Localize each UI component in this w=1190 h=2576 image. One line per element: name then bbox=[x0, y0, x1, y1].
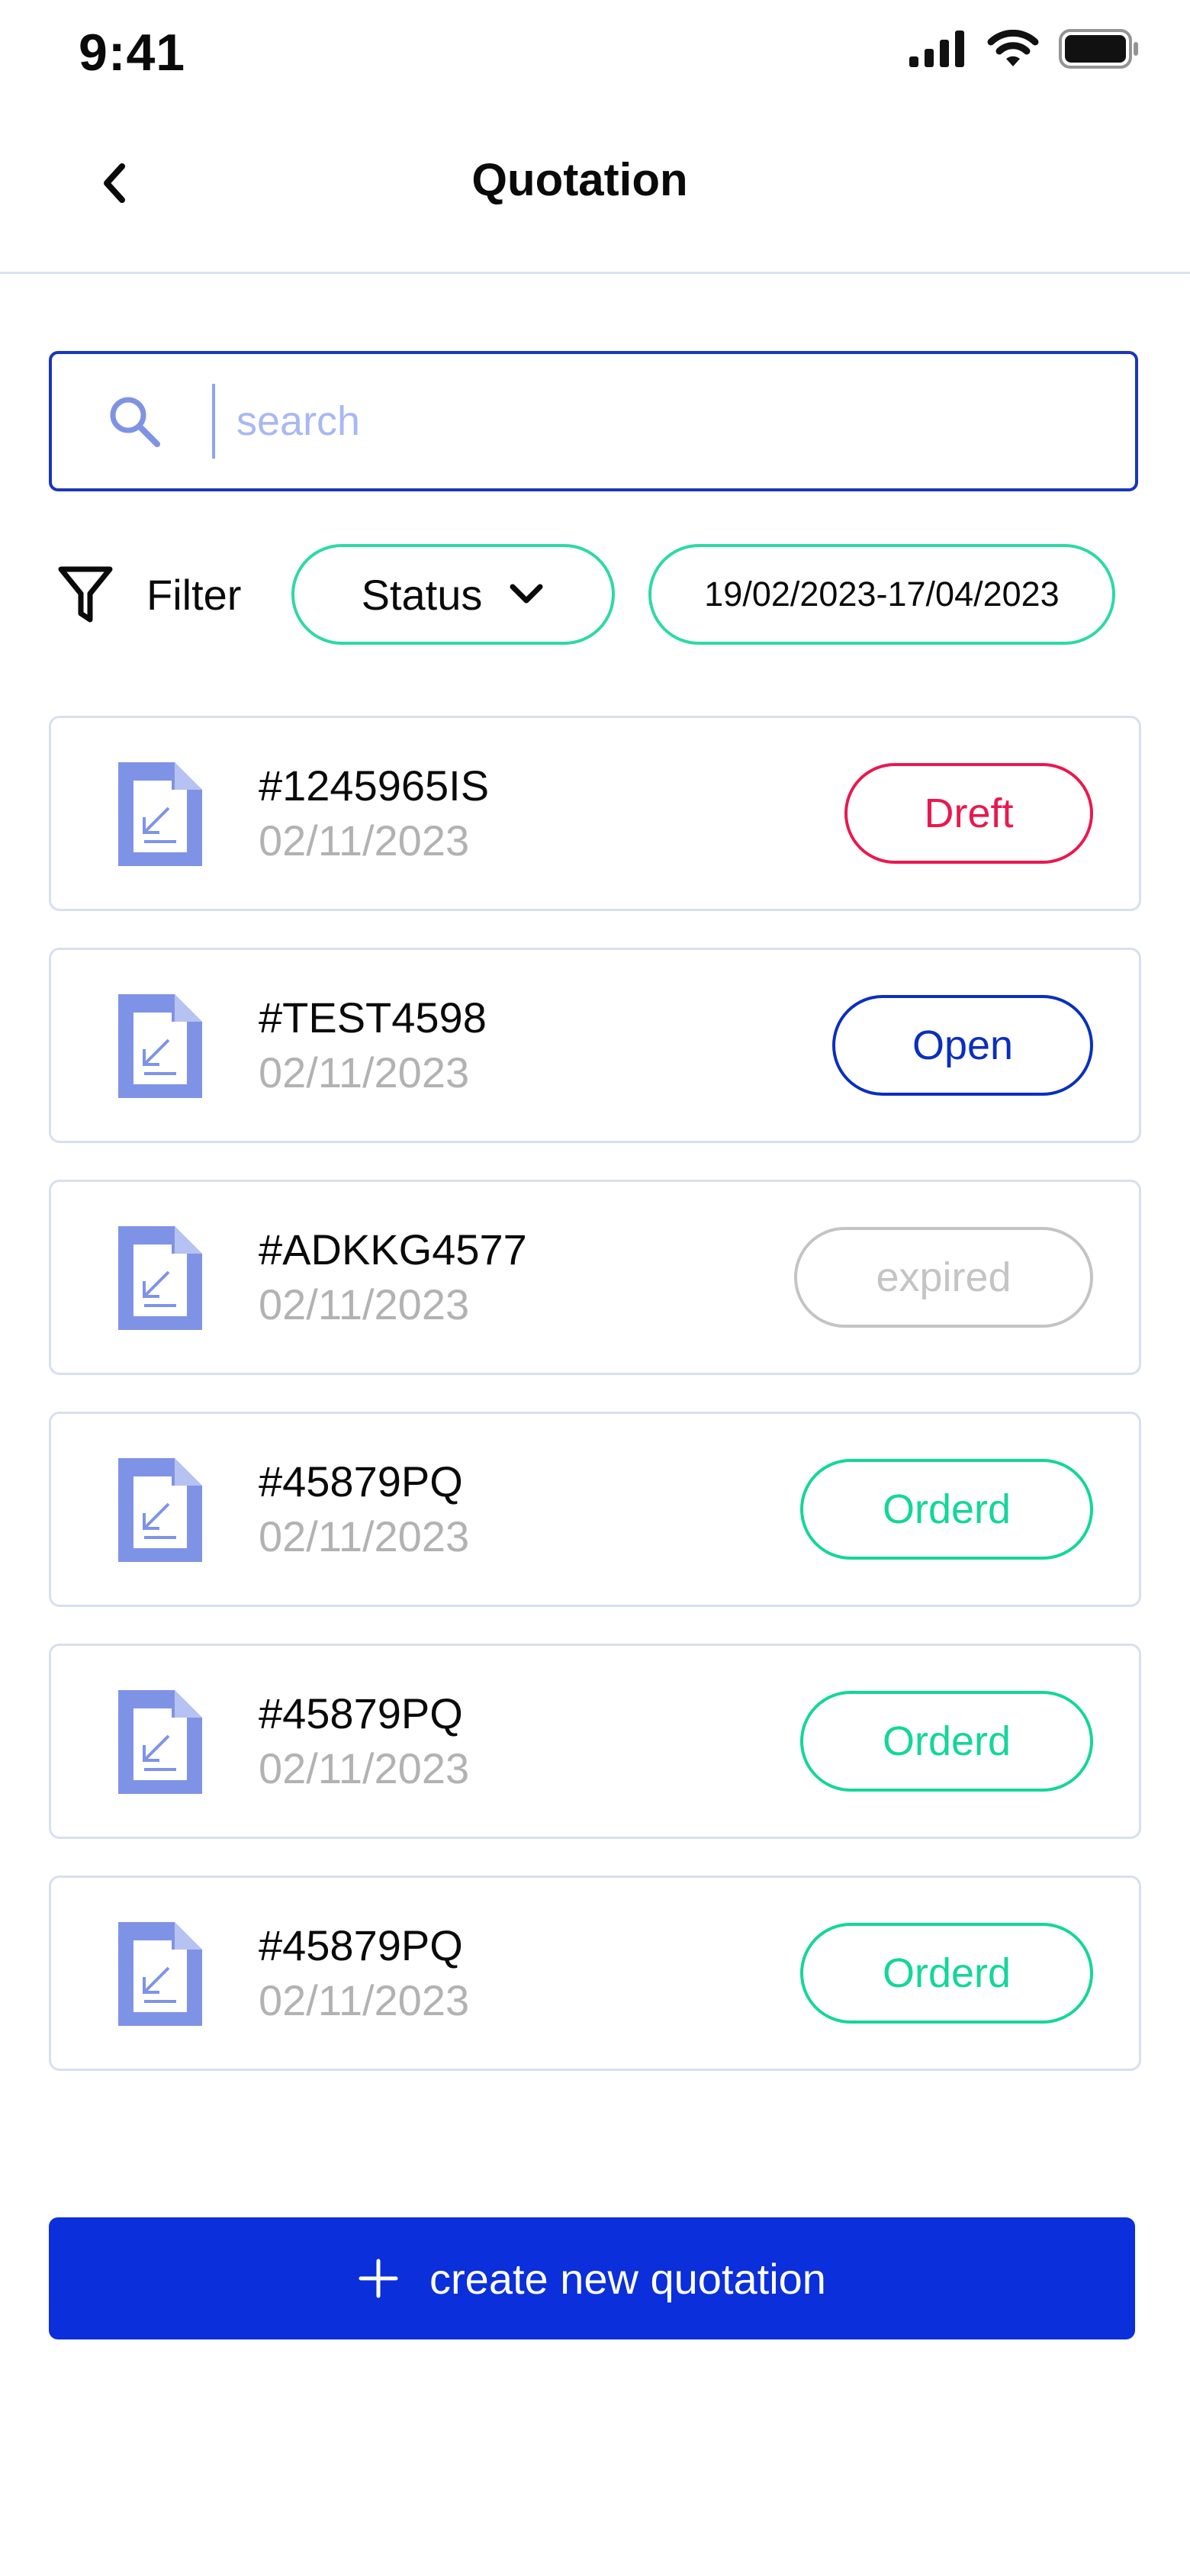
date-range-label: 19/02/2023-17/04/2023 bbox=[704, 575, 1060, 613]
signal-icon bbox=[909, 31, 964, 67]
quotation-card[interactable]: #45879PQ 02/11/2023 Orderd bbox=[49, 1644, 1141, 1839]
document-icon bbox=[118, 1690, 202, 1794]
status-badge[interactable]: Orderd bbox=[800, 1923, 1093, 2024]
quotation-date: 02/11/2023 bbox=[259, 1048, 470, 1096]
quotation-card[interactable]: #TEST4598 02/11/2023 Open bbox=[49, 948, 1141, 1143]
text-cursor bbox=[212, 384, 215, 459]
quotation-date: 02/11/2023 bbox=[259, 1512, 470, 1560]
status-badge[interactable]: expired bbox=[794, 1227, 1093, 1328]
quotation-code: #1245965IS bbox=[259, 762, 490, 810]
quotation-card[interactable]: #ADKKG4577 02/11/2023 expired bbox=[49, 1180, 1141, 1375]
status-badge[interactable]: Open bbox=[832, 995, 1093, 1096]
status-time: 9:41 bbox=[79, 24, 186, 82]
chevron-down-icon bbox=[510, 584, 543, 604]
quotation-date: 02/11/2023 bbox=[259, 1744, 470, 1792]
status-icons bbox=[909, 29, 1140, 69]
create-quotation-label: create new quotation bbox=[429, 2254, 826, 2303]
quotation-card[interactable]: #45879PQ 02/11/2023 Orderd bbox=[49, 1876, 1141, 2071]
status-badge[interactable]: Dreft bbox=[844, 763, 1093, 864]
quotation-code: #ADKKG4577 bbox=[259, 1225, 527, 1274]
create-quotation-button[interactable]: create new quotation bbox=[49, 2217, 1135, 2339]
document-icon bbox=[118, 1226, 202, 1330]
status-badge[interactable]: Orderd bbox=[800, 1691, 1093, 1792]
quotation-code: #45879PQ bbox=[259, 1457, 463, 1505]
quotation-code: #45879PQ bbox=[259, 1921, 463, 1969]
header-divider bbox=[0, 272, 1190, 274]
quotation-date: 02/11/2023 bbox=[259, 1976, 470, 2024]
quotation-list: #1245965IS 02/11/2023 Dreft #TEST4598 02… bbox=[49, 716, 1141, 2107]
quotation-date: 02/11/2023 bbox=[259, 1280, 470, 1328]
search-icon bbox=[110, 397, 160, 447]
page-title: Quotation bbox=[471, 154, 688, 205]
search-input[interactable] bbox=[235, 397, 1135, 446]
funnel-icon[interactable] bbox=[58, 566, 113, 624]
filter-label: Filter bbox=[146, 571, 242, 619]
battery-icon bbox=[1059, 29, 1138, 69]
quotation-card[interactable]: #1245965IS 02/11/2023 Dreft bbox=[49, 716, 1141, 911]
document-icon bbox=[118, 994, 202, 1098]
quotation-card[interactable]: #45879PQ 02/11/2023 Orderd bbox=[49, 1412, 1141, 1607]
quotation-code: #45879PQ bbox=[259, 1689, 463, 1737]
document-icon bbox=[118, 1922, 202, 2026]
document-icon bbox=[118, 762, 202, 866]
status-dropdown[interactable]: Status bbox=[291, 544, 615, 645]
status-badge[interactable]: Orderd bbox=[800, 1459, 1093, 1560]
plus-icon bbox=[359, 2259, 398, 2298]
quotation-code: #TEST4598 bbox=[259, 993, 487, 1042]
wifi-icon bbox=[987, 30, 1039, 66]
search-bar[interactable] bbox=[49, 351, 1138, 491]
document-icon bbox=[118, 1458, 202, 1562]
date-range-picker[interactable]: 19/02/2023-17/04/2023 bbox=[648, 544, 1115, 645]
status-dropdown-label: Status bbox=[361, 570, 483, 619]
quotation-date: 02/11/2023 bbox=[259, 816, 470, 865]
